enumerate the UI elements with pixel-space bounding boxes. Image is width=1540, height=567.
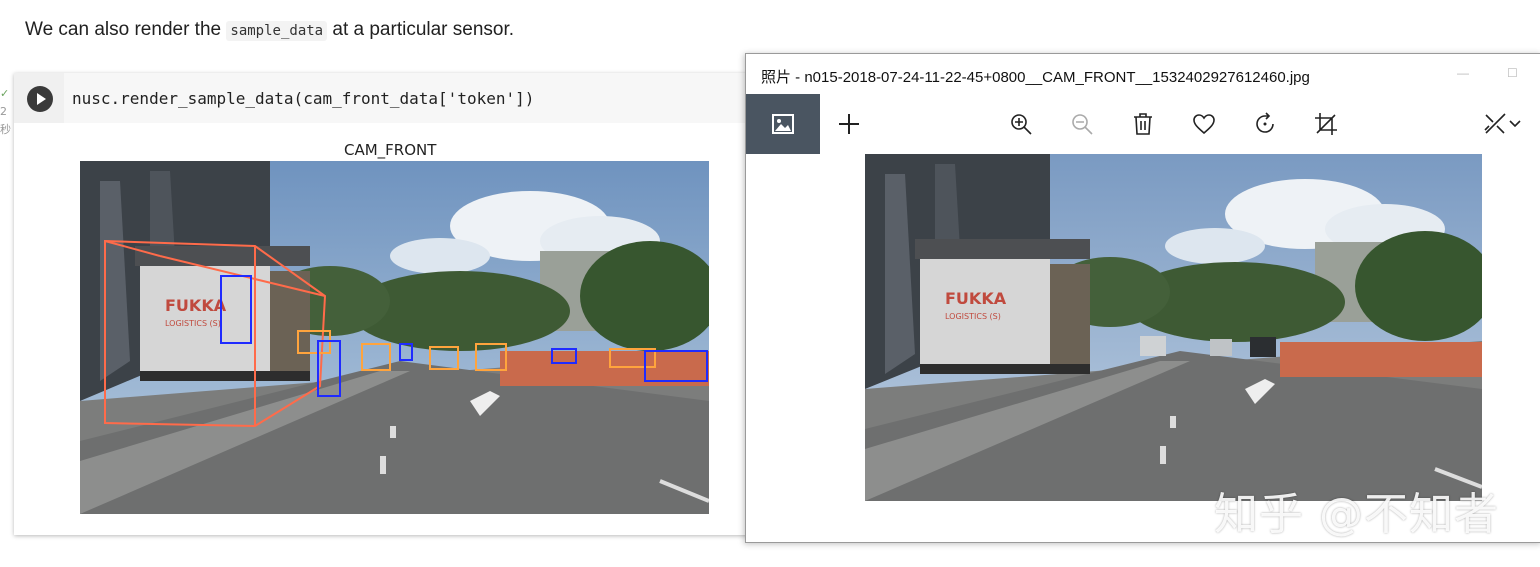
photo-canvas[interactable]: FUKKA LOGISTICS (S)	[865, 154, 1482, 501]
intro-after: at a particular sensor.	[332, 19, 515, 40]
delete-button[interactable]	[1121, 102, 1165, 146]
image-icon	[772, 114, 794, 134]
exec-time: 2	[0, 105, 7, 118]
rotate-button[interactable]	[1243, 102, 1287, 146]
code-editor[interactable]: nusc.render_sample_data(cam_front_data['…	[64, 73, 774, 123]
photo-viewer-window: 照片 - n015-2018-07-24-11-22-45+0800__CAM_…	[745, 53, 1540, 543]
rotate-icon	[1256, 112, 1274, 133]
image-view-button[interactable]	[746, 94, 820, 154]
street-scene: FUKKA LOGISTICS (S)	[80, 161, 709, 514]
crop-button[interactable]	[1304, 102, 1348, 146]
street-photo: FUKKA LOGISTICS (S)	[865, 154, 1482, 501]
favorite-button[interactable]	[1182, 102, 1226, 146]
output-plot-title: CAM_FRONT	[344, 141, 437, 159]
run-cell-button[interactable]	[27, 86, 53, 112]
truck-subtext: LOGISTICS (S)	[165, 319, 221, 328]
truck-subtext-photo: LOGISTICS (S)	[945, 312, 1001, 321]
window-title: 照片 - n015-2018-07-24-11-22-45+0800__CAM_…	[761, 69, 1310, 86]
delete-icon	[1134, 113, 1152, 135]
exec-status-check: ✓	[0, 87, 10, 100]
intro-text: We can also render the sample_data at a …	[25, 19, 514, 41]
zoom-in-icon	[1011, 114, 1032, 135]
add-button[interactable]	[827, 102, 871, 146]
camera-image-annotated: FUKKA LOGISTICS (S)	[80, 161, 709, 514]
zoom-in-button[interactable]	[999, 102, 1043, 146]
intro-before: We can also render the	[25, 19, 222, 40]
maximize-icon[interactable]: ☐	[1507, 66, 1521, 80]
cell-gutter	[14, 73, 64, 123]
minimize-icon[interactable]: —	[1457, 66, 1471, 80]
watermark: 知乎 @不知者	[1214, 489, 1499, 540]
chevron-down-icon	[1509, 120, 1521, 128]
add-icon	[839, 114, 859, 134]
truck-sign-photo: FUKKA	[945, 289, 1007, 308]
notebook-cell: ✓ 2 秒 nusc.render_sample_data(cam_front_…	[0, 73, 774, 535]
code-line[interactable]: nusc.render_sample_data(cam_front_data['…	[72, 89, 534, 108]
favorite-icon	[1193, 114, 1215, 135]
zoom-out-button[interactable]	[1060, 102, 1104, 146]
truck-sign: FUKKA	[165, 296, 227, 315]
exec-time-unit: 秒	[0, 123, 11, 136]
edit-dropdown-button[interactable]	[1503, 102, 1527, 146]
zoom-out-icon	[1072, 114, 1093, 135]
crop-icon	[1315, 113, 1337, 135]
inline-code: sample_data	[226, 21, 328, 41]
title-bar[interactable]: 照片 - n015-2018-07-24-11-22-45+0800__CAM_…	[746, 54, 1540, 94]
viewer-toolbar	[746, 94, 1540, 154]
